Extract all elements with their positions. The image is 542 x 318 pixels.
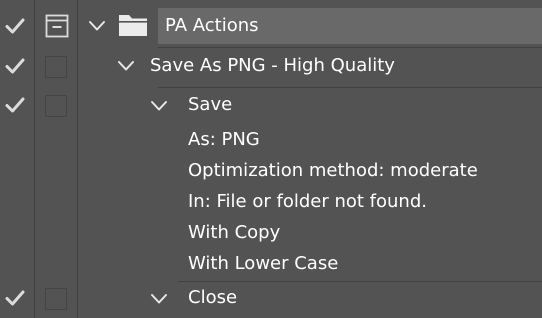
chevron-down-icon[interactable] xyxy=(117,57,135,75)
chevron-down-icon[interactable] xyxy=(150,97,168,115)
dialog-toggle-box[interactable] xyxy=(45,95,67,117)
row-separator xyxy=(158,87,542,88)
dialog-toggle-icon[interactable] xyxy=(45,14,69,38)
actions-panel: PA Actions Save As PNG - High Quality Sa… xyxy=(0,0,542,318)
folder-icon xyxy=(119,15,147,36)
chevron-down-icon[interactable] xyxy=(150,290,168,308)
command-name[interactable]: Close xyxy=(188,287,237,309)
command-detail: With Copy xyxy=(188,222,281,243)
checkmark-icon[interactable] xyxy=(4,287,26,309)
chevron-down-icon[interactable] xyxy=(88,17,106,35)
checkmark-icon[interactable] xyxy=(4,94,26,116)
dialog-toggle-box[interactable] xyxy=(45,56,67,78)
command-detail: In: File or folder not found. xyxy=(188,191,427,212)
row-separator xyxy=(178,281,542,282)
dialog-column-separator xyxy=(77,0,78,318)
action-set-name[interactable]: PA Actions xyxy=(165,15,259,37)
checkmark-icon[interactable] xyxy=(4,15,26,37)
checkmark-icon[interactable] xyxy=(4,55,26,77)
toggle-column-separator xyxy=(34,0,35,318)
command-detail: Optimization method: moderate xyxy=(188,160,478,181)
command-detail: As: PNG xyxy=(188,129,260,150)
row-separator xyxy=(158,47,542,48)
action-name[interactable]: Save As PNG - High Quality xyxy=(150,55,395,77)
command-detail: With Lower Case xyxy=(188,253,339,274)
dialog-toggle-box[interactable] xyxy=(45,288,67,310)
command-name[interactable]: Save xyxy=(188,94,232,116)
